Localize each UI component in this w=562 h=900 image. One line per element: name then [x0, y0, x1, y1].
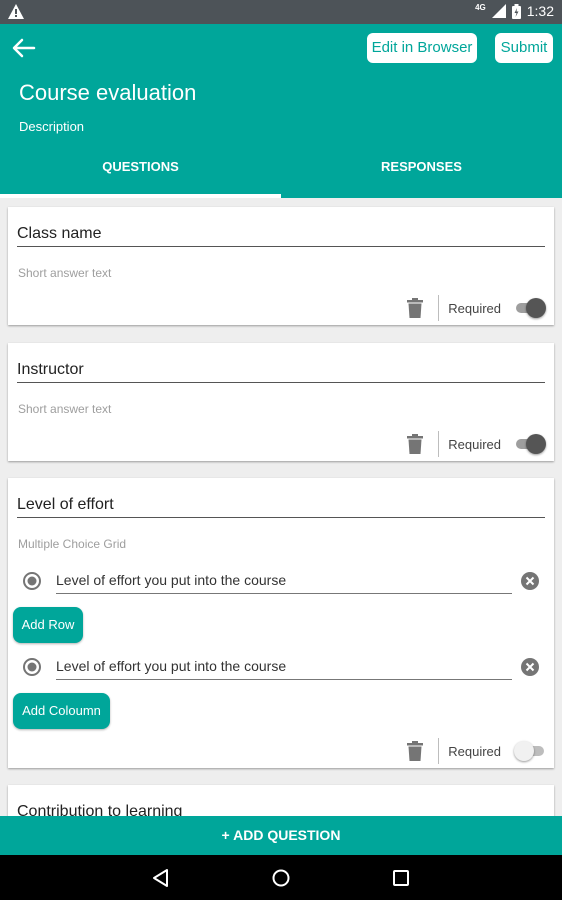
- nav-home-icon[interactable]: [269, 866, 293, 890]
- form-description[interactable]: Description: [19, 119, 84, 134]
- question-footer: Required: [406, 431, 546, 457]
- tab-responses[interactable]: RESPONSES: [281, 159, 562, 174]
- question-type-label: Multiple Choice Grid: [18, 537, 127, 551]
- radio-icon[interactable]: [22, 571, 42, 591]
- question-type-label: Short answer text: [18, 266, 112, 280]
- network-type: 4G: [475, 2, 486, 12]
- add-column-button[interactable]: Add Coloumn: [13, 693, 110, 729]
- clock: 1:32: [526, 3, 554, 19]
- battery-icon: [511, 3, 521, 19]
- nav-back-icon[interactable]: [149, 866, 173, 890]
- nav-recents-icon[interactable]: [389, 866, 413, 890]
- column-label-input[interactable]: Level of effort you put into the course: [56, 654, 512, 680]
- question-card: Class name Short answer text Required: [8, 207, 554, 325]
- add-row-button[interactable]: Add Row: [13, 607, 83, 643]
- grid-row-item: Level of effort you put into the course: [22, 568, 548, 594]
- radio-icon[interactable]: [22, 657, 42, 677]
- trash-icon[interactable]: [406, 298, 424, 318]
- signal-icon: [491, 4, 506, 18]
- question-card: Instructor Short answer text Required: [8, 343, 554, 461]
- app-header: Edit in Browser Submit Course evaluation…: [0, 24, 562, 198]
- question-type-label: Short answer text: [18, 402, 112, 416]
- edit-in-browser-button[interactable]: Edit in Browser: [367, 33, 477, 63]
- warning-icon: [8, 4, 24, 19]
- divider: [438, 431, 440, 457]
- question-footer: Required: [406, 738, 546, 764]
- required-toggle[interactable]: [514, 434, 546, 454]
- add-question-button[interactable]: + ADD QUESTION: [0, 816, 562, 855]
- status-bar: 4G 1:32: [0, 0, 562, 24]
- system-nav-bar: [0, 855, 562, 900]
- divider: [438, 295, 440, 321]
- divider: [438, 738, 440, 764]
- tab-indicator: [0, 194, 281, 198]
- remove-icon[interactable]: [520, 657, 540, 677]
- row-label-input[interactable]: Level of effort you put into the course: [56, 568, 512, 594]
- form-title[interactable]: Course evaluation: [19, 80, 196, 106]
- question-title-field[interactable]: Instructor: [17, 361, 545, 383]
- question-title-field[interactable]: Class name: [17, 225, 545, 247]
- required-label: Required: [448, 743, 501, 759]
- trash-icon[interactable]: [406, 741, 424, 761]
- trash-icon[interactable]: [406, 434, 424, 454]
- question-card: Level of effort Multiple Choice Grid Lev…: [8, 478, 554, 768]
- grid-column-item: Level of effort you put into the course: [22, 654, 548, 680]
- remove-icon[interactable]: [520, 571, 540, 591]
- submit-button[interactable]: Submit: [495, 33, 553, 63]
- required-label: Required: [448, 436, 501, 452]
- question-footer: Required: [406, 295, 546, 321]
- required-toggle[interactable]: [514, 741, 546, 761]
- tab-questions[interactable]: QUESTIONS: [0, 159, 281, 174]
- back-arrow-icon[interactable]: [10, 36, 36, 60]
- required-label: Required: [448, 300, 501, 316]
- required-toggle[interactable]: [514, 298, 546, 318]
- question-title-field[interactable]: Level of effort: [17, 496, 545, 518]
